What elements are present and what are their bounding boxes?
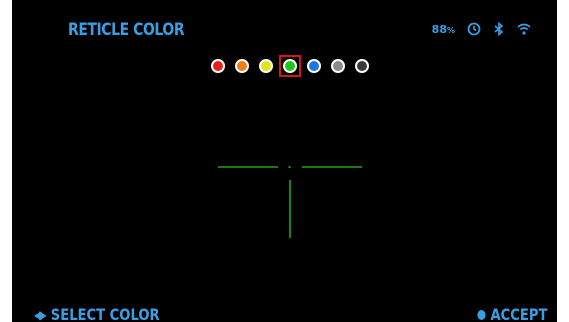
accept-label: ACCEPT (490, 305, 547, 322)
left-right-arrows-icon: ◀▶ (34, 307, 47, 322)
select-color-hint: ◀▶ SELECT COLOR (34, 305, 160, 322)
reticle-preview (218, 166, 362, 238)
accept-button[interactable]: ACCEPT (476, 305, 547, 322)
reticle-center-dot (288, 166, 291, 168)
device-screen: RETICLE COLOR 88% ◀▶ SELECT COLOR ACCEPT (12, 0, 557, 322)
select-color-label: SELECT COLOR (50, 305, 160, 322)
accept-dot-icon (476, 309, 486, 320)
